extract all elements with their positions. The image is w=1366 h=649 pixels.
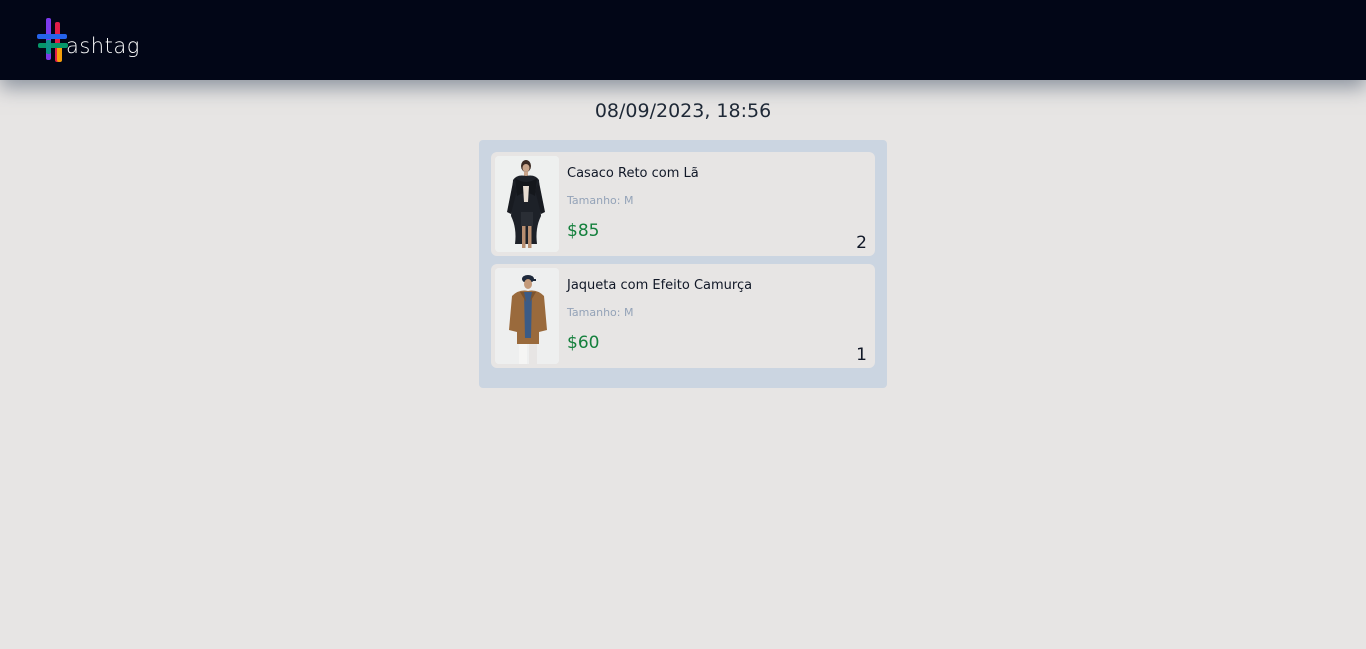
logo-text: ashtag [66,34,140,58]
order-timestamp: 08/09/2023, 18:56 [594,100,772,122]
cart-panel: Casaco Reto com Lã Tamanho: M $85 2 Jaqu… [479,140,887,388]
item-name: Casaco Reto com Lã [567,166,699,181]
hashtag-logo-icon [37,18,68,62]
item-quantity: 1 [856,345,867,365]
hashtag-logo[interactable]: ashtag [36,16,146,66]
item-size: Tamanho: M [567,306,634,319]
brown-suede-jacket-product-image [495,268,559,364]
item-price: $85 [567,221,600,241]
item-quantity: 2 [856,233,867,253]
black-coat-product-image [495,156,559,252]
cart-item[interactable]: Casaco Reto com Lã Tamanho: M $85 2 [491,152,875,256]
top-header: ashtag [0,0,1366,80]
item-name: Jaqueta com Efeito Camurça [567,278,753,293]
item-size: Tamanho: M [567,194,634,207]
cart-item[interactable]: Jaqueta com Efeito Camurça Tamanho: M $6… [491,264,875,368]
item-price: $60 [567,333,600,353]
